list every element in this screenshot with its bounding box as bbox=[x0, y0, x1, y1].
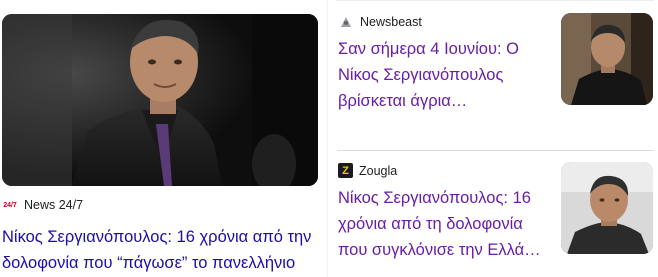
side-headline-link-2[interactable]: Νίκος Σεργιανόπουλος: 16 χρόνια από τη δ… bbox=[338, 185, 548, 263]
main-source-row: 24/7 News 24/7 bbox=[2, 198, 83, 212]
column-divider bbox=[327, 0, 328, 277]
side-news-image-2[interactable] bbox=[561, 162, 653, 254]
top-divider bbox=[336, 0, 654, 1]
man-portrait-thumb-1 bbox=[561, 13, 653, 105]
side-news-image-1[interactable] bbox=[561, 13, 653, 105]
side-source-name-2: Zougla bbox=[359, 163, 398, 178]
newsbeast-logo-icon bbox=[338, 15, 354, 29]
side-source-name-1: Newsbeast bbox=[360, 15, 422, 29]
side-source-row-2: Z Zougla bbox=[338, 163, 397, 178]
main-news-card[interactable]: 24/7 News 24/7 Νίκος Σεργιανόπουλος: 16 … bbox=[0, 0, 320, 277]
side-headline-link-1[interactable]: Σαν σήμερα 4 Ιουνίου: Ο Νίκος Σεργιανόπο… bbox=[338, 36, 548, 114]
main-headline-link[interactable]: Νίκος Σεργιανόπουλος: 16 χρόνια από την … bbox=[2, 224, 318, 276]
cards-divider bbox=[337, 150, 654, 151]
man-portrait-thumb-2 bbox=[561, 162, 653, 254]
zougla-logo: Z bbox=[338, 163, 353, 178]
main-source-name: News 24/7 bbox=[24, 198, 84, 212]
man-portrait-image bbox=[2, 14, 318, 186]
main-news-image[interactable] bbox=[2, 14, 318, 186]
side-source-row-1: Newsbeast bbox=[338, 15, 422, 29]
news247-logo: 24/7 bbox=[3, 201, 17, 209]
